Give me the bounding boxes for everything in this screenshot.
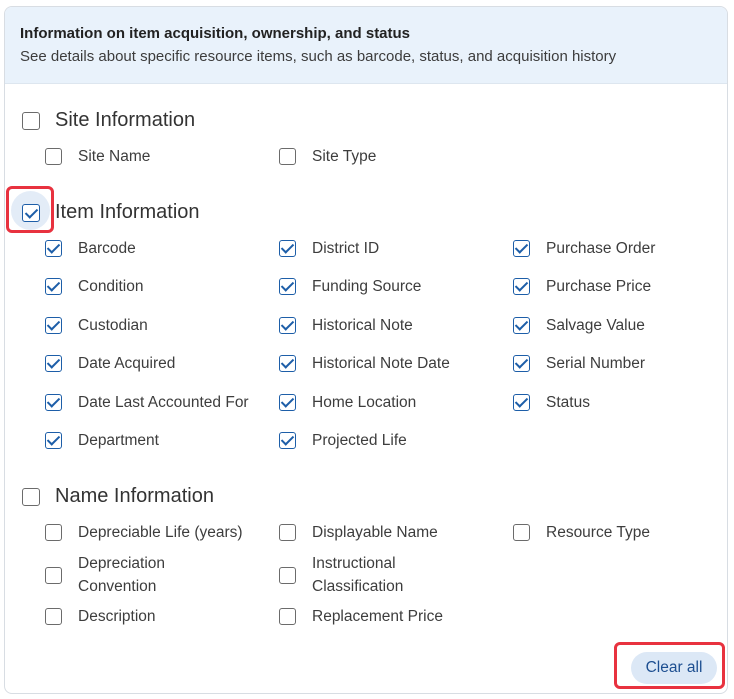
instructional-classification-checkbox[interactable] — [279, 566, 296, 584]
site-information-checkbox[interactable] — [22, 111, 40, 130]
site-name-checkbox[interactable] — [45, 148, 62, 165]
option-label: Site Type — [312, 148, 377, 165]
highlight-item-information-checkbox — [6, 186, 54, 233]
salvage-value-checkbox[interactable] — [513, 317, 530, 334]
option-historical-note-date[interactable]: Historical Note Date — [279, 352, 450, 375]
option-site-type[interactable]: Site Type — [279, 145, 376, 168]
depreciable-life-checkbox[interactable] — [45, 524, 62, 541]
section-name-information[interactable]: Name Information — [22, 485, 214, 508]
option-district-id[interactable]: District ID — [279, 237, 379, 260]
card-header: Information on item acquisition, ownersh… — [5, 7, 727, 84]
custodian-checkbox[interactable] — [45, 317, 62, 334]
option-label: Projected Life — [312, 432, 407, 449]
section-label: Name Information — [55, 485, 214, 507]
option-purchase-price[interactable]: Purchase Price — [513, 275, 651, 298]
purchase-order-checkbox[interactable] — [513, 240, 530, 257]
option-date-acquired[interactable]: Date Acquired — [45, 352, 175, 375]
option-home-location[interactable]: Home Location — [279, 391, 416, 414]
option-label: Description — [78, 608, 156, 625]
option-label: Historical Note — [312, 317, 413, 334]
option-label: Instructional Classification — [312, 555, 404, 595]
projected-life-checkbox[interactable] — [279, 432, 296, 449]
option-label: Home Location — [312, 394, 417, 411]
purchase-price-checkbox[interactable] — [513, 278, 530, 295]
option-label: Historical Note Date — [312, 355, 450, 372]
historical-note-date-checkbox[interactable] — [279, 355, 296, 372]
option-purchase-order[interactable]: Purchase Order — [513, 237, 655, 260]
date-last-accounted-for-checkbox[interactable] — [45, 394, 62, 411]
section-label: Item Information — [55, 201, 200, 223]
option-label: Department — [78, 432, 159, 449]
option-label: Depreciation Convention — [78, 555, 166, 595]
option-salvage-value[interactable]: Salvage Value — [513, 314, 645, 337]
date-acquired-checkbox[interactable] — [45, 355, 62, 372]
option-projected-life[interactable]: Projected Life — [279, 429, 407, 452]
option-condition[interactable]: Condition — [45, 275, 144, 298]
option-instructional-classification[interactable]: Instructional Classification — [279, 552, 432, 598]
status-checkbox[interactable] — [513, 394, 530, 411]
option-replacement-price[interactable]: Replacement Price — [279, 605, 443, 628]
card-subtitle: See details about specific resource item… — [20, 48, 617, 65]
displayable-name-checkbox[interactable] — [279, 524, 296, 541]
option-label: Barcode — [78, 240, 136, 257]
option-label: Custodian — [78, 317, 148, 334]
replacement-price-checkbox[interactable] — [279, 608, 296, 625]
option-label: Status — [546, 394, 590, 411]
option-label: Replacement Price — [312, 608, 443, 625]
option-resource-type[interactable]: Resource Type — [513, 521, 650, 544]
card-title: Information on item acquisition, ownersh… — [20, 25, 411, 42]
option-depreciation-convention[interactable]: Depreciation Convention — [45, 552, 198, 598]
section-site-information[interactable]: Site Information — [22, 109, 195, 132]
option-serial-number[interactable]: Serial Number — [513, 352, 645, 375]
section-label: Site Information — [55, 109, 196, 131]
option-label: Funding Source — [312, 278, 422, 295]
option-custodian[interactable]: Custodian — [45, 314, 148, 337]
resource-type-checkbox[interactable] — [513, 524, 530, 541]
option-date-last-accounted-for[interactable]: Date Last Accounted For — [45, 391, 249, 414]
option-label: Displayable Name — [312, 524, 438, 541]
description-checkbox[interactable] — [45, 608, 62, 625]
name-information-checkbox[interactable] — [22, 487, 40, 506]
highlight-clear-all-button — [614, 642, 725, 689]
option-status[interactable]: Status — [513, 391, 590, 414]
option-label: Purchase Price — [546, 278, 652, 295]
option-barcode[interactable]: Barcode — [45, 237, 136, 260]
option-label: Condition — [78, 278, 144, 295]
option-label: Resource Type — [546, 524, 650, 541]
option-depreciable-life[interactable]: Depreciable Life (years) — [45, 521, 243, 544]
option-description[interactable]: Description — [45, 605, 156, 628]
option-label: Purchase Order — [546, 240, 656, 257]
option-department[interactable]: Department — [45, 429, 159, 452]
barcode-checkbox[interactable] — [45, 240, 62, 257]
option-historical-note[interactable]: Historical Note — [279, 314, 413, 337]
option-label: Serial Number — [546, 355, 646, 372]
option-site-name[interactable]: Site Name — [45, 145, 150, 168]
home-location-checkbox[interactable] — [279, 394, 296, 411]
option-label: District ID — [312, 240, 380, 257]
department-checkbox[interactable] — [45, 432, 62, 449]
serial-number-checkbox[interactable] — [513, 355, 530, 372]
option-label: Salvage Value — [546, 317, 645, 334]
funding-source-checkbox[interactable] — [279, 278, 296, 295]
site-type-checkbox[interactable] — [279, 148, 296, 165]
condition-checkbox[interactable] — [45, 278, 62, 295]
historical-note-checkbox[interactable] — [279, 317, 296, 334]
depreciation-convention-checkbox[interactable] — [45, 566, 62, 584]
district-id-checkbox[interactable] — [279, 240, 296, 257]
option-label: Date Acquired — [78, 355, 176, 372]
option-displayable-name[interactable]: Displayable Name — [279, 521, 438, 544]
option-label: Site Name — [78, 148, 151, 165]
option-label: Date Last Accounted For — [78, 394, 249, 411]
option-funding-source[interactable]: Funding Source — [279, 275, 421, 298]
option-label: Depreciable Life (years) — [78, 524, 243, 541]
